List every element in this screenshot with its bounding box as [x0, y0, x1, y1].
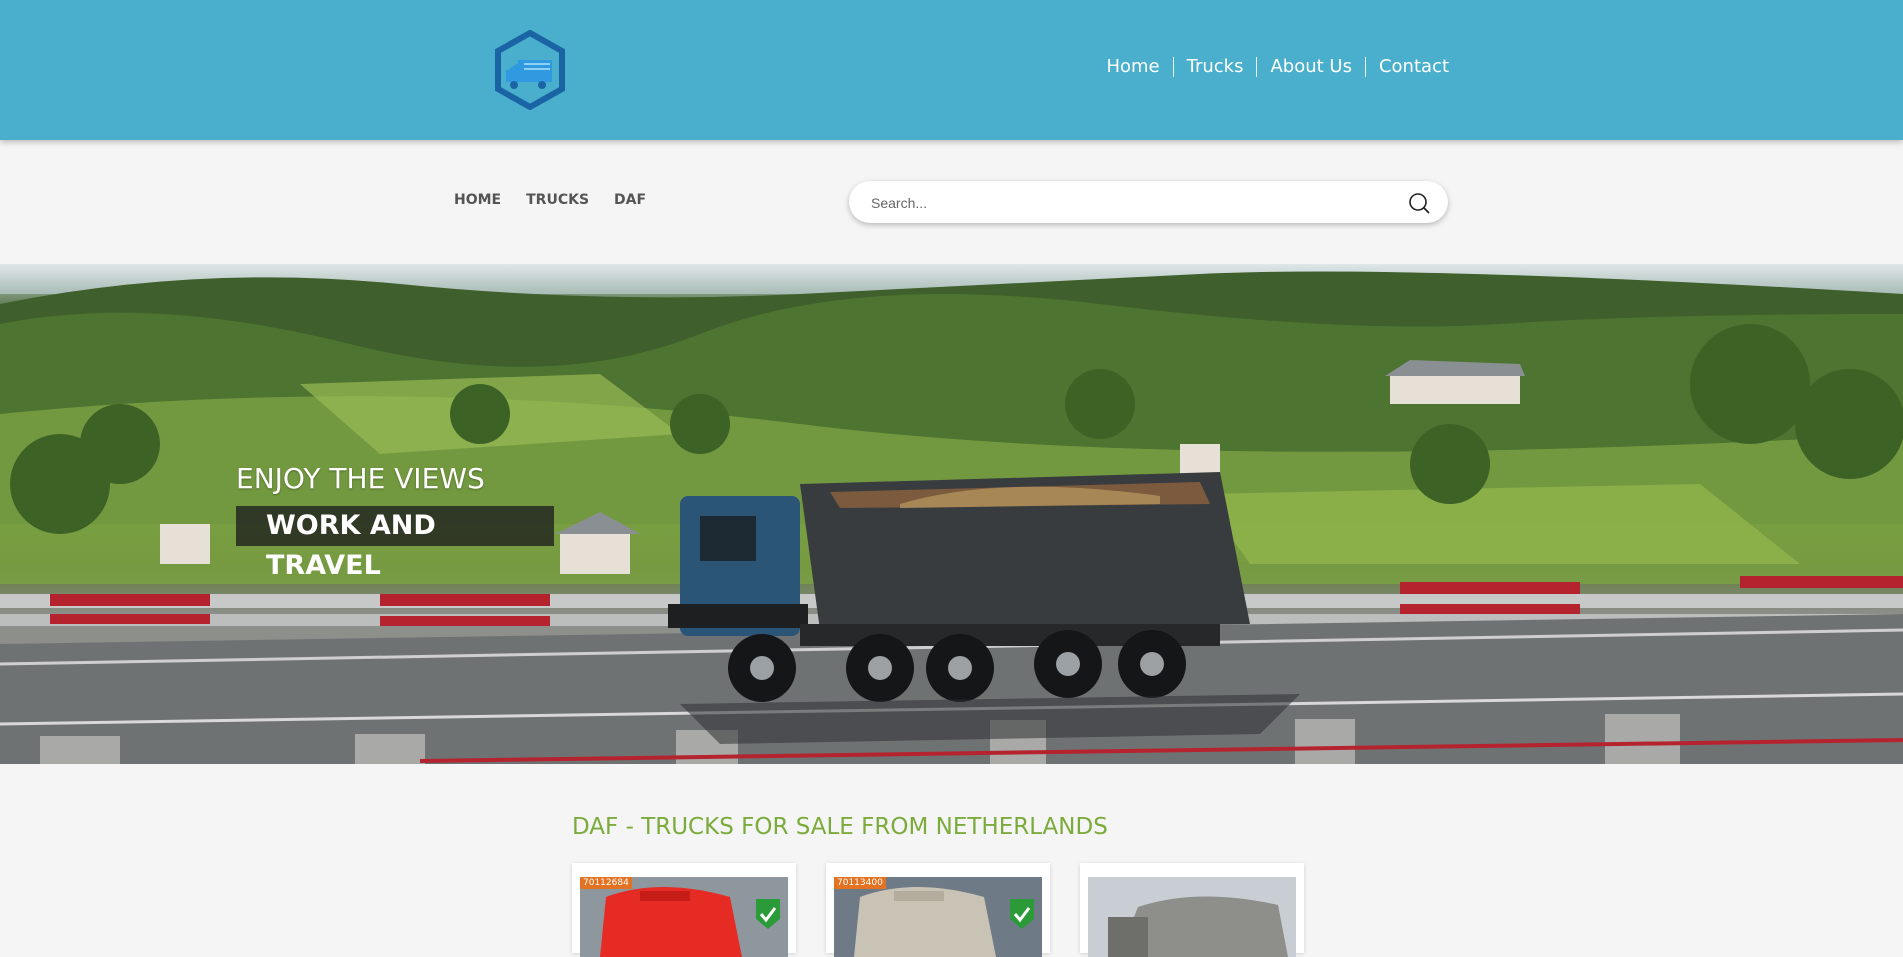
- truck-id-tag: 70112684: [580, 877, 632, 889]
- truck-id-tag: 70113400: [834, 877, 886, 889]
- checked-badge-icon: [1010, 899, 1034, 929]
- truck-card[interactable]: 70113400: [826, 863, 1050, 957]
- top-header: Home Trucks About Us Contact: [0, 0, 1903, 140]
- truck-logo-icon[interactable]: [494, 30, 566, 110]
- hero-banner: ENJOY THE VIEWS WORK AND TRAVEL: [0, 264, 1903, 764]
- subnav-home[interactable]: HOME: [454, 192, 501, 208]
- truck-thumbnail[interactable]: 70112684: [580, 877, 788, 957]
- top-nav-about-us[interactable]: About Us: [1257, 57, 1365, 77]
- top-nav-home[interactable]: Home: [1093, 57, 1172, 77]
- subnav-trucks[interactable]: TRUCKS: [526, 192, 589, 208]
- subnav-daf[interactable]: DAF: [614, 192, 646, 208]
- breadcrumb-nav: HOME TRUCKS DAF: [454, 192, 646, 208]
- truck-thumbnail[interactable]: 70113400: [834, 877, 1042, 957]
- search-input[interactable]: [869, 181, 1393, 225]
- hero-headline: WORK AND TRAVEL: [236, 506, 554, 581]
- search-icon[interactable]: [1408, 192, 1430, 214]
- truck-card[interactable]: 70112684: [572, 863, 796, 957]
- truck-card[interactable]: [1080, 863, 1304, 957]
- hero-tagline: ENJOY THE VIEWS: [236, 462, 485, 495]
- search-box: [849, 181, 1448, 225]
- silver-truck-image: [1088, 877, 1296, 957]
- truck-thumbnail[interactable]: [1088, 877, 1296, 957]
- dump-truck-graphic: [668, 472, 1300, 744]
- section-title: DAF - TRUCKS FOR SALE FROM NETHERLANDS: [572, 814, 1108, 840]
- top-nav-contact[interactable]: Contact: [1366, 57, 1449, 77]
- checked-badge-icon: [756, 899, 780, 929]
- sub-header: HOME TRUCKS DAF: [0, 140, 1903, 264]
- top-nav-trucks[interactable]: Trucks: [1174, 57, 1257, 77]
- top-nav: Home Trucks About Us Contact: [1093, 57, 1449, 77]
